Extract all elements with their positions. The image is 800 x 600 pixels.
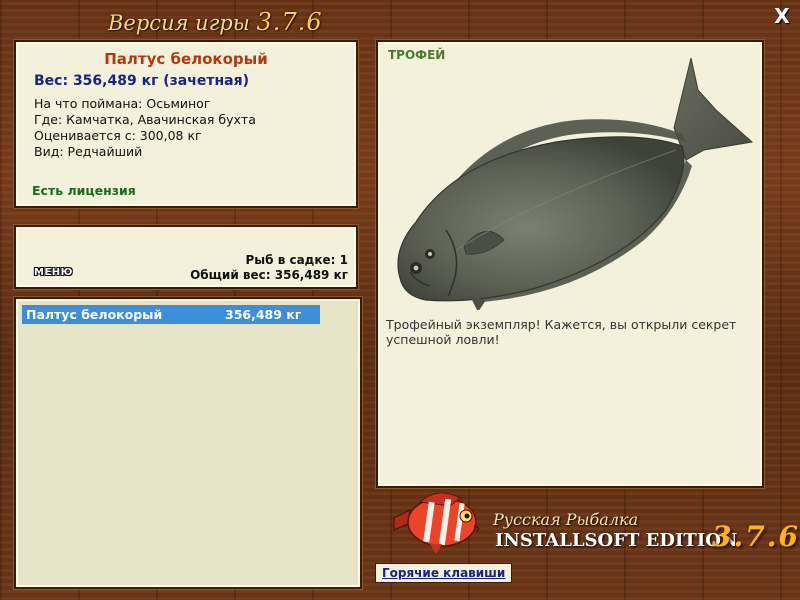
brand-version: 3.7.6 (712, 520, 800, 553)
fish-name: Палтус белокорый (104, 50, 268, 68)
trophy-panel: ТРОФЕЙ Трофейный экземпляр! Кажется, вы … (376, 40, 764, 488)
caught-on: На что поймана: Осьминог (34, 96, 211, 111)
list-item[interactable]: Палтус белокорый 356,489 кг (22, 305, 320, 324)
window-version: 3.7.6 (256, 8, 323, 36)
close-button[interactable]: X (772, 6, 792, 26)
fish-weight: Вес: 356,489 кг (зачетная) (34, 73, 249, 89)
fish-info-panel: Палтус белокорый Вес: 356,489 кг (зачетн… (14, 40, 358, 208)
rated-from: Оценивается с: 300,08 кг (34, 128, 202, 143)
catch-list: Палтус белокорый 356,489 кг (14, 297, 362, 589)
hotkeys-button[interactable]: Горячие клавиши (375, 563, 513, 583)
brand-title: Русская Рыбалка (493, 510, 639, 529)
window-title-text: Версия игры (108, 11, 250, 35)
rarity: Вид: Редчайший (34, 144, 143, 159)
trophy-description: Трофейный экземпляр! Кажется, вы открыли… (386, 317, 737, 347)
window-title: Версия игры 3.7.6 (108, 8, 323, 36)
keepnet-panel: МЕНЮ Рыб в садке: 1 Общий вес: 356,489 к… (14, 225, 358, 289)
red-striped-fish-logo (393, 492, 480, 554)
list-item-weight: 356,489 кг (225, 307, 302, 322)
license-status: Есть лицензия (32, 183, 136, 198)
halibut-image (397, 57, 754, 310)
keepnet-total-weight: Общий вес: 356,489 кг (190, 268, 348, 282)
list-item-name: Палтус белокорый (26, 307, 163, 322)
keepnet-count: Рыб в садке: 1 (245, 253, 349, 267)
menu-button[interactable]: МЕНЮ (34, 267, 73, 278)
location: Где: Камчатка, Авачинская бухта (34, 112, 256, 127)
brand-edition: INSTALLSOFT EDITION (495, 530, 738, 551)
